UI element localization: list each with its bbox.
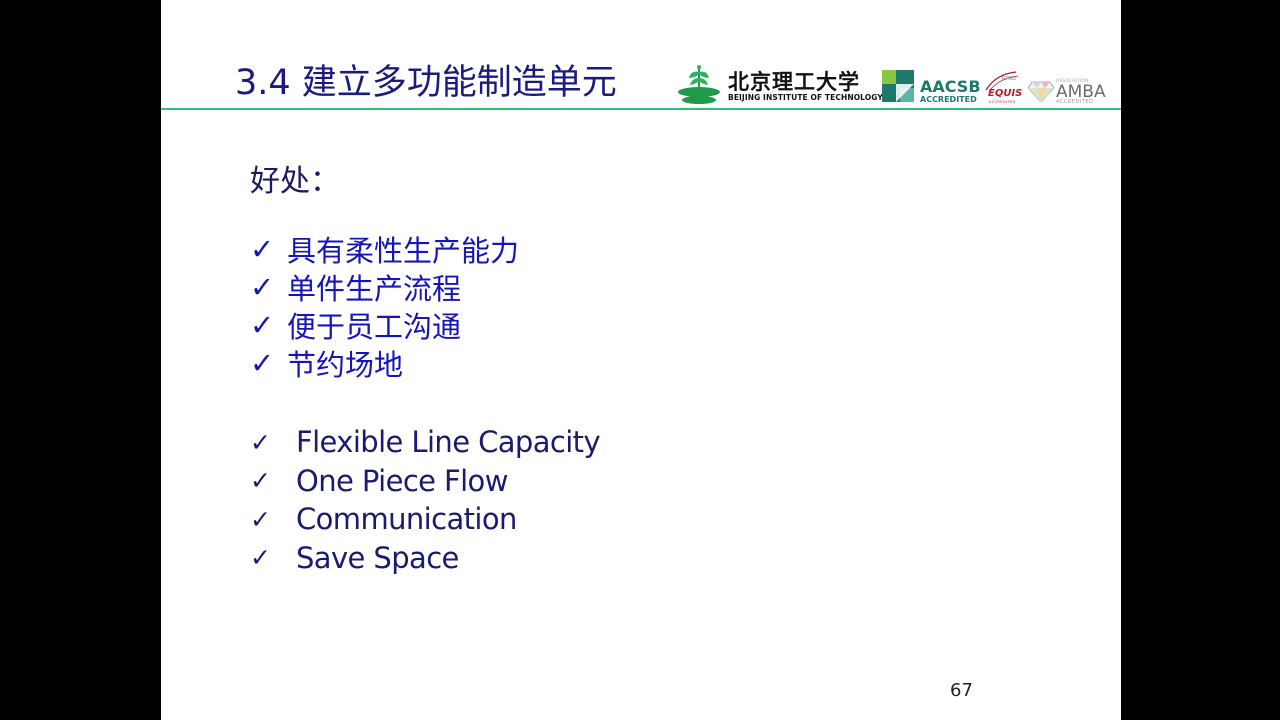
list-item-text: 单件生产流程 bbox=[287, 272, 462, 306]
list-item: ✓ Communication bbox=[250, 500, 600, 539]
aacsb-accredited: ACCREDITED bbox=[920, 95, 977, 104]
list-item-text: Save Space bbox=[296, 540, 459, 575]
amba-accredited: ACCREDITED bbox=[1056, 99, 1094, 105]
list-item-text: 具有柔性生产能力 bbox=[287, 234, 520, 268]
checkmark-icon: ✓ bbox=[250, 232, 275, 266]
title-divider bbox=[161, 108, 1121, 110]
slide: 3.4 建立多功能制造单元 北京理工大学 BEIJING INSTITUTE O… bbox=[161, 0, 1121, 720]
page-number: 67 bbox=[950, 680, 973, 701]
list-item: ✓ 具有柔性生产能力 bbox=[250, 230, 519, 268]
checkmark-icon: ✓ bbox=[250, 308, 275, 342]
equis-accredited: ACCREDITED bbox=[989, 100, 1016, 104]
bit-logo-english: BEIJING INSTITUTE OF TECHNOLOGY bbox=[728, 93, 883, 102]
list-item-text: Flexible Line Capacity bbox=[296, 425, 601, 460]
checkmark-icon: ✓ bbox=[250, 427, 271, 457]
slide-title: 3.4 建立多功能制造单元 bbox=[235, 63, 617, 103]
benefits-list-english: ✓ Flexible Line Capacity ✓ One Piece Flo… bbox=[250, 423, 601, 578]
checkmark-icon: ✓ bbox=[250, 504, 271, 534]
checkmark-icon: ✓ bbox=[250, 346, 275, 380]
list-item-text: One Piece Flow bbox=[296, 463, 508, 498]
amba-logo-icon bbox=[1028, 81, 1054, 102]
equis-name: EQUIS bbox=[988, 88, 1023, 99]
list-item-text: 便于员工沟通 bbox=[287, 310, 462, 344]
aacsb-name: AACSB bbox=[920, 77, 981, 96]
list-item: ✓ 单件生产流程 bbox=[250, 268, 519, 306]
benefits-heading: 好处： bbox=[250, 164, 340, 199]
logo-bar: 北京理工大学 BEIJING INSTITUTE OF TECHNOLOGY A… bbox=[676, 64, 1116, 108]
list-item: ✓ Save Space bbox=[250, 539, 600, 578]
list-item: ✓ One Piece Flow bbox=[250, 462, 600, 501]
aacsb-logo-icon bbox=[882, 70, 914, 102]
bit-emblem-icon bbox=[678, 65, 720, 104]
svg-text:EFMD: EFMD bbox=[1002, 76, 1017, 82]
benefits-list-chinese: ✓ 具有柔性生产能力 ✓ 单件生产流程 ✓ 便于员工沟通 ✓ 节约场地 bbox=[250, 230, 519, 382]
list-item: ✓ 节约场地 bbox=[250, 344, 519, 382]
list-item-text: 节约场地 bbox=[287, 348, 404, 382]
list-item: ✓ 便于员工沟通 bbox=[250, 306, 519, 344]
bit-logo-chinese: 北京理工大学 bbox=[728, 69, 860, 94]
list-item-text: Communication bbox=[296, 502, 517, 537]
checkmark-icon: ✓ bbox=[250, 543, 271, 573]
checkmark-icon: ✓ bbox=[250, 466, 271, 496]
checkmark-icon: ✓ bbox=[250, 270, 275, 304]
list-item: ✓ Flexible Line Capacity bbox=[250, 423, 601, 462]
